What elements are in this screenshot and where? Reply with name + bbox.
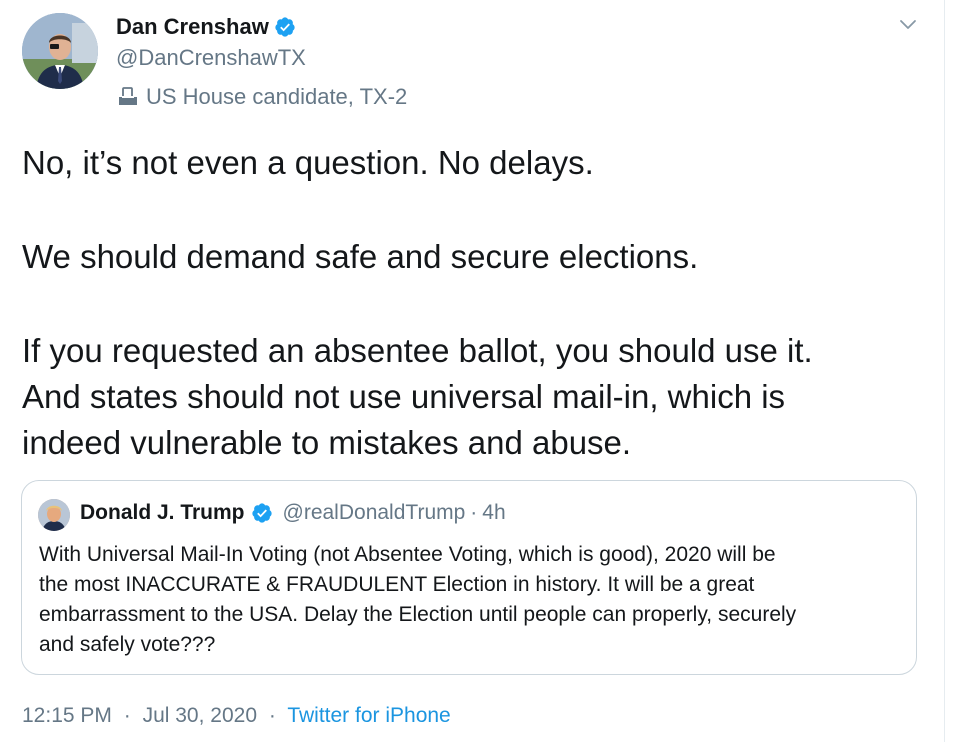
meta-separator: · — [123, 704, 131, 727]
tweet-line: No, it’s not even a question. No delays. — [22, 144, 594, 181]
quoted-display-name[interactable]: Donald J. Trump — [80, 501, 245, 525]
quoted-author-avatar[interactable] — [38, 499, 70, 531]
author-display-name[interactable]: Dan Crenshaw — [116, 14, 296, 40]
tweet-line: indeed vulnerable to mistakes and abuse. — [22, 424, 632, 461]
quoted-line: the most INACCURATE & FRAUDULENT Electio… — [39, 573, 755, 596]
ballot-box-icon — [116, 85, 140, 109]
tweet-source-link[interactable]: Twitter for iPhone — [287, 704, 450, 727]
candidate-label: US House candidate, TX-2 — [116, 84, 407, 110]
quoted-separator: · — [470, 501, 478, 524]
tweet-metadata: 12:15 PM · Jul 30, 2020 · Twitter for iP… — [22, 704, 451, 728]
tweet: Dan Crenshaw @DanCrenshawTX US House can… — [0, 0, 944, 742]
quoted-text: With Universal Mail-In Voting (not Absen… — [39, 540, 901, 660]
tweet-line: If you requested an absentee ballot, you… — [22, 332, 813, 369]
tweet-line: We should demand safe and secure electio… — [22, 238, 699, 275]
tweet-line: And states should not use universal mail… — [22, 378, 786, 415]
timeline-border — [944, 0, 945, 742]
quoted-handle[interactable]: @realDonaldTrump — [283, 501, 466, 525]
quoted-line: embarrassment to the USA. Delay the Elec… — [39, 603, 797, 626]
verified-badge-icon — [251, 502, 273, 524]
meta-separator: · — [268, 704, 276, 727]
tweet-text: No, it’s not even a question. No delays.… — [22, 140, 922, 466]
candidate-label-text: US House candidate, TX-2 — [146, 84, 408, 109]
chevron-down-icon — [900, 20, 916, 29]
quoted-line: With Universal Mail-In Voting (not Absen… — [39, 543, 776, 566]
author-avatar[interactable] — [22, 13, 98, 89]
quoted-line: and safely vote??? — [39, 633, 216, 656]
author-handle[interactable]: @DanCrenshawTX — [116, 45, 306, 71]
tweet-time[interactable]: 12:15 PM — [22, 704, 112, 727]
quoted-timestamp[interactable]: 4h — [482, 501, 505, 525]
tweet-date[interactable]: Jul 30, 2020 — [143, 704, 257, 727]
author-name-text[interactable]: Dan Crenshaw — [116, 14, 269, 40]
quoted-tweet-card[interactable]: Donald J. Trump @realDonaldTrump · 4h Wi… — [21, 480, 917, 675]
quoted-header: Donald J. Trump @realDonaldTrump · 4h — [80, 501, 506, 525]
verified-badge-icon — [274, 16, 296, 38]
tweet-menu-caret[interactable] — [896, 12, 920, 36]
